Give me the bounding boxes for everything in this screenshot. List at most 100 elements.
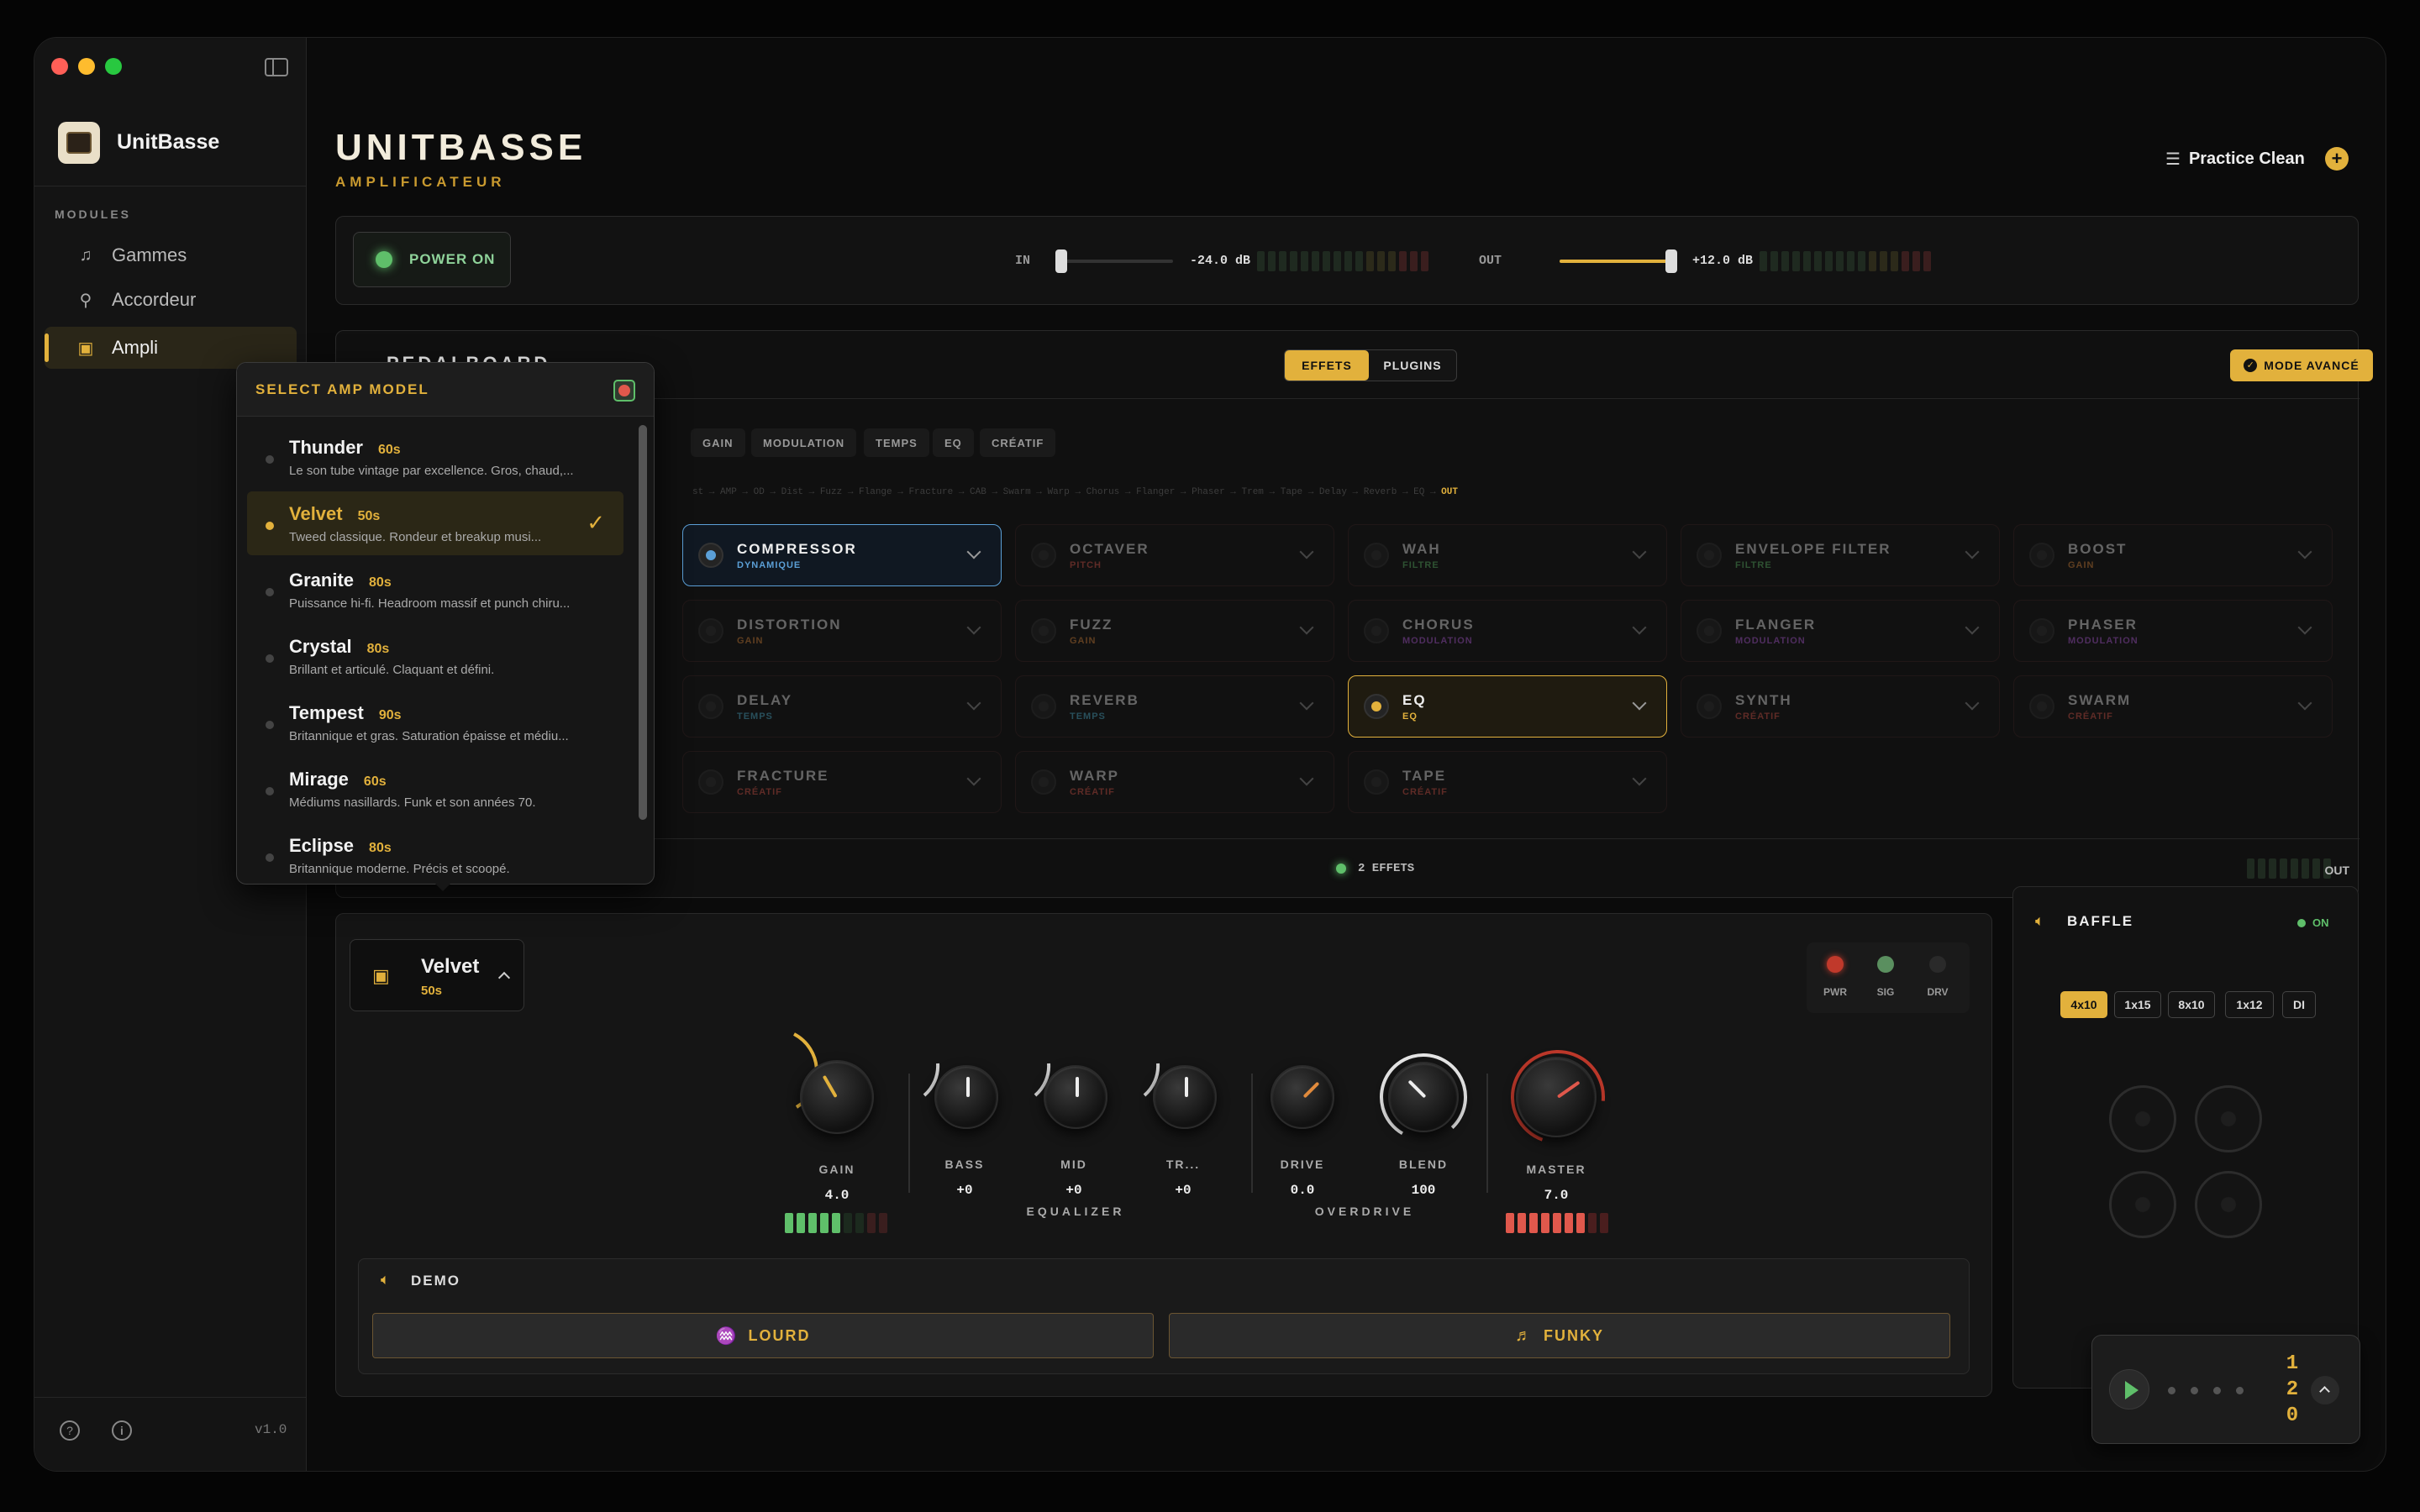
blend-knob[interactable] bbox=[1388, 1062, 1459, 1132]
effect-toggle-led[interactable] bbox=[2029, 618, 2054, 643]
sidebar-item-gammes[interactable]: ♫ Gammes bbox=[45, 234, 297, 276]
chevron-down-icon[interactable] bbox=[2297, 544, 2312, 559]
effect-toggle-led[interactable] bbox=[698, 618, 723, 643]
preset-selector[interactable]: ☰ Practice Clean bbox=[2165, 149, 2305, 170]
chevron-down-icon[interactable] bbox=[1299, 696, 1314, 711]
effect-warp[interactable]: WARP CRÉATIF bbox=[1015, 751, 1334, 813]
effect-toggle-led[interactable] bbox=[1364, 694, 1389, 719]
chevron-down-icon[interactable] bbox=[1299, 544, 1314, 559]
cabinet-option-di[interactable]: DI bbox=[2282, 991, 2316, 1018]
sidebar-item-accordeur[interactable]: ⚲ Accordeur bbox=[45, 279, 297, 321]
bass-knob[interactable] bbox=[934, 1065, 998, 1129]
demo-lourd-button[interactable]: ♒ LOURD bbox=[372, 1313, 1154, 1358]
chevron-down-icon[interactable] bbox=[1299, 620, 1314, 635]
effect-delay[interactable]: DELAY TEMPS bbox=[682, 675, 1002, 738]
effect-toggle-led[interactable] bbox=[1031, 769, 1056, 795]
effect-eq[interactable]: EQ EQ bbox=[1348, 675, 1667, 738]
treble-knob[interactable] bbox=[1153, 1065, 1217, 1129]
effect-tape[interactable]: TAPE CRÉATIF bbox=[1348, 751, 1667, 813]
close-dropdown-button[interactable] bbox=[613, 380, 635, 402]
effect-fracture[interactable]: FRACTURE CRÉATIF bbox=[682, 751, 1002, 813]
effect-swarm[interactable]: SWARM CRÉATIF bbox=[2013, 675, 2333, 738]
effect-toggle-led[interactable] bbox=[2029, 694, 2054, 719]
effect-phaser[interactable]: PHASER MODULATION bbox=[2013, 600, 2333, 662]
tempo-display[interactable]: 1 2 0 bbox=[2282, 1351, 2302, 1429]
cabinet-option-4x10[interactable]: 4x10 bbox=[2060, 991, 2107, 1018]
chevron-down-icon[interactable] bbox=[1965, 696, 1980, 711]
filter-creatif[interactable]: CRÉATIF bbox=[980, 428, 1056, 457]
filter-modulation[interactable]: MODULATION bbox=[751, 428, 857, 457]
effect-envelope-filter[interactable]: ENVELOPE FILTER FILTRE bbox=[1681, 524, 2000, 586]
chevron-down-icon[interactable] bbox=[966, 620, 981, 635]
amp-model-granite[interactable]: Granite 80s Puissance hi-fi. Headroom mass… bbox=[247, 558, 623, 622]
input-slider[interactable] bbox=[1055, 249, 1173, 273]
effect-toggle-led[interactable] bbox=[698, 769, 723, 795]
drive-knob[interactable] bbox=[1270, 1065, 1334, 1129]
effect-toggle-led[interactable] bbox=[1364, 769, 1389, 795]
effect-compressor[interactable]: COMPRESSOR DYNAMIQUE bbox=[682, 524, 1002, 586]
cabinet-option-1x12[interactable]: 1x12 bbox=[2225, 991, 2274, 1018]
minimize-window-button[interactable] bbox=[78, 58, 95, 75]
power-button[interactable]: POWER ON bbox=[353, 232, 511, 287]
effect-flanger[interactable]: FLANGER MODULATION bbox=[1681, 600, 2000, 662]
effect-synth[interactable]: SYNTH CRÉATIF bbox=[1681, 675, 2000, 738]
effect-toggle-led[interactable] bbox=[698, 694, 723, 719]
chevron-down-icon[interactable] bbox=[966, 771, 981, 786]
chevron-down-icon[interactable] bbox=[2297, 620, 2312, 635]
chevron-down-icon[interactable] bbox=[1965, 544, 1980, 559]
gain-knob[interactable] bbox=[800, 1060, 874, 1134]
expand-button[interactable] bbox=[2311, 1376, 2339, 1404]
add-preset-button[interactable]: + bbox=[2325, 147, 2349, 171]
chevron-down-icon[interactable] bbox=[1299, 771, 1314, 786]
zoom-window-button[interactable] bbox=[105, 58, 122, 75]
info-icon[interactable]: i bbox=[112, 1420, 132, 1441]
chevron-down-icon[interactable] bbox=[1632, 696, 1647, 711]
help-icon[interactable]: ? bbox=[60, 1420, 80, 1441]
chevron-down-icon[interactable] bbox=[1632, 620, 1647, 635]
effect-toggle-led[interactable] bbox=[1364, 618, 1389, 643]
amp-model-tempest[interactable]: Tempest 90s Britannique et gras. Saturatio… bbox=[247, 690, 623, 754]
tab-plugins[interactable]: PLUGINS bbox=[1369, 350, 1456, 381]
chevron-down-icon[interactable] bbox=[966, 696, 981, 711]
filter-temps[interactable]: TEMPS bbox=[864, 428, 929, 457]
tab-effets[interactable]: EFFETS bbox=[1285, 350, 1369, 381]
amp-model-velvet[interactable]: Velvet 50s Tweed classique. Rondeur et bre… bbox=[247, 491, 623, 555]
dropdown-scrollbar[interactable] bbox=[639, 425, 647, 820]
filter-eq[interactable]: EQ bbox=[933, 428, 974, 457]
filter-gain[interactable]: GAIN bbox=[691, 428, 745, 457]
close-window-button[interactable] bbox=[51, 58, 68, 75]
demo-funky-button[interactable]: ♬ FUNKY bbox=[1169, 1313, 1950, 1358]
master-knob[interactable] bbox=[1516, 1057, 1597, 1137]
play-button[interactable] bbox=[2109, 1369, 2149, 1410]
effect-toggle-led[interactable] bbox=[1031, 618, 1056, 643]
effect-reverb[interactable]: REVERB TEMPS bbox=[1015, 675, 1334, 738]
mid-knob[interactable] bbox=[1044, 1065, 1107, 1129]
chevron-down-icon[interactable] bbox=[2297, 696, 2312, 711]
chevron-down-icon[interactable] bbox=[1632, 544, 1647, 559]
amp-model-thunder[interactable]: Thunder 60s Le son tube vintage par excell… bbox=[247, 425, 623, 489]
effect-toggle-led[interactable] bbox=[1031, 694, 1056, 719]
effect-boost[interactable]: BOOST GAIN bbox=[2013, 524, 2333, 586]
effect-fuzz[interactable]: FUZZ GAIN bbox=[1015, 600, 1334, 662]
effect-toggle-led[interactable] bbox=[698, 543, 723, 568]
chevron-down-icon[interactable] bbox=[1965, 620, 1980, 635]
effect-toggle-led[interactable] bbox=[2029, 543, 2054, 568]
sidebar-toggle-icon[interactable] bbox=[265, 58, 288, 76]
effect-toggle-led[interactable] bbox=[1697, 694, 1722, 719]
amp-model-mirage[interactable]: Mirage 60s Médiums nasillards. Funk et son… bbox=[247, 757, 623, 821]
chevron-down-icon[interactable] bbox=[1632, 771, 1647, 786]
amp-model-crystal[interactable]: Crystal 80s Brillant et articulé. Claquant… bbox=[247, 624, 623, 688]
amp-model-eclipse[interactable]: Eclipse 80s Britannique moderne. Précis et… bbox=[247, 823, 623, 884]
chevron-down-icon[interactable] bbox=[966, 544, 981, 559]
effect-toggle-led[interactable] bbox=[1697, 618, 1722, 643]
advanced-mode-button[interactable]: ✓ MODE AVANCÉ bbox=[2230, 349, 2373, 381]
cabinet-option-8x10[interactable]: 8x10 bbox=[2168, 991, 2215, 1018]
effect-toggle-led[interactable] bbox=[1364, 543, 1389, 568]
effect-wah[interactable]: WAH FILTRE bbox=[1348, 524, 1667, 586]
effect-toggle-led[interactable] bbox=[1031, 543, 1056, 568]
effect-octaver[interactable]: OCTAVER PITCH bbox=[1015, 524, 1334, 586]
effect-toggle-led[interactable] bbox=[1697, 543, 1722, 568]
cabinet-option-1x15[interactable]: 1x15 bbox=[2114, 991, 2161, 1018]
effect-chorus[interactable]: CHORUS MODULATION bbox=[1348, 600, 1667, 662]
output-slider[interactable] bbox=[1560, 249, 1677, 273]
